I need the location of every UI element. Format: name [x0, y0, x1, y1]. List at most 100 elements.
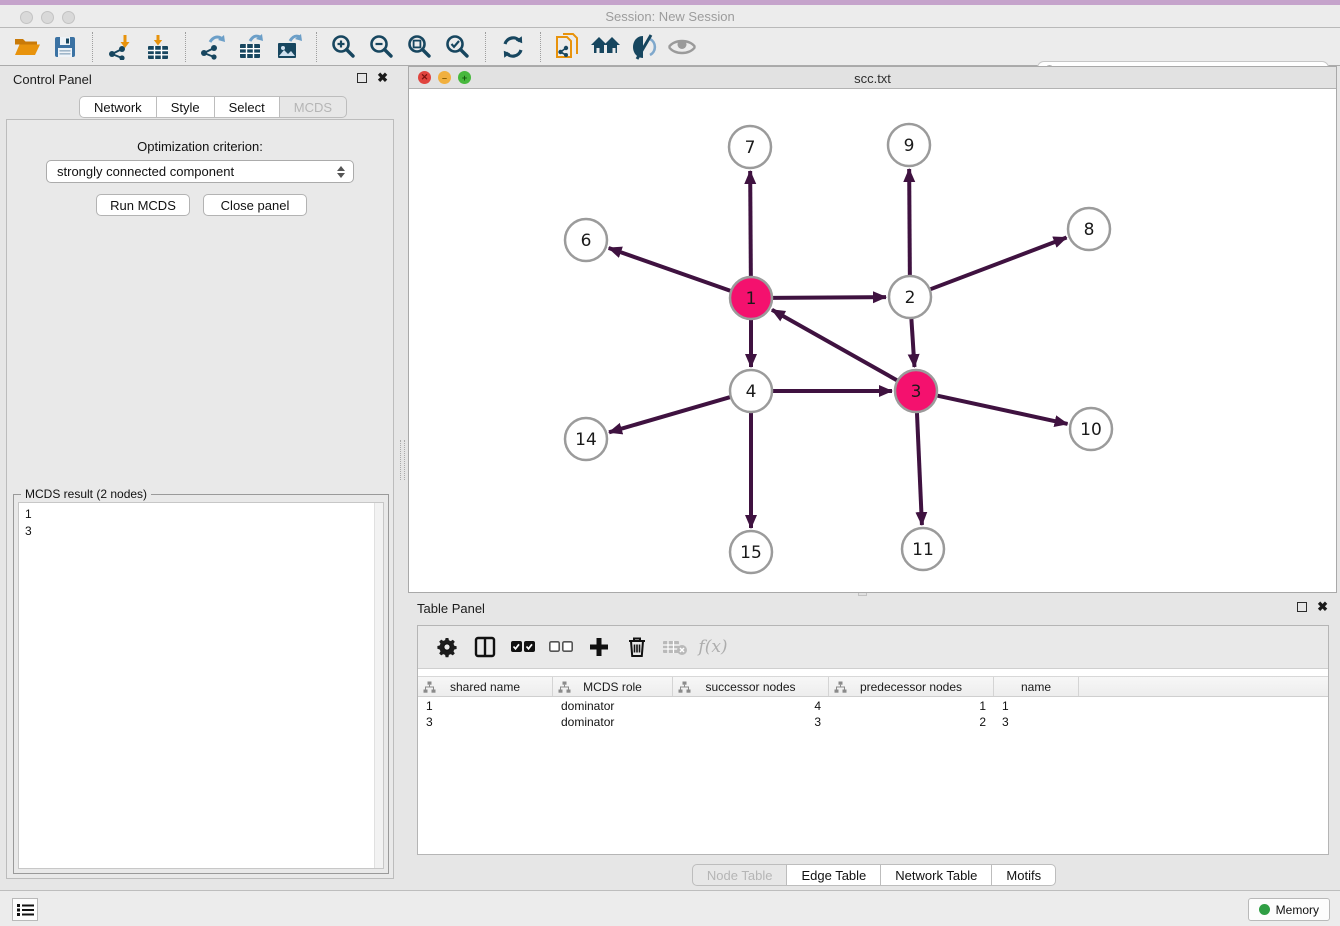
tab-node-table[interactable]: Node Table	[692, 864, 788, 886]
task-history-button[interactable]	[12, 898, 38, 921]
zoom-out-icon[interactable]	[367, 32, 397, 62]
network-canvas[interactable]: 1 2 3 4 6 7 8 9 10 11 14 15	[409, 89, 1336, 592]
mcds-result-area[interactable]: 1 3	[18, 502, 384, 869]
edge-3-10[interactable]	[937, 396, 1067, 424]
result-scrollbar[interactable]	[374, 503, 383, 868]
column-header-MCDS-role[interactable]: MCDS role	[553, 677, 673, 696]
svg-text:15: 15	[740, 543, 762, 563]
edge-2-8[interactable]	[931, 238, 1067, 290]
table-cell[interactable]: 1	[418, 698, 553, 714]
table-cell[interactable]: 1	[829, 698, 994, 714]
graph-node-4[interactable]: 4	[730, 370, 772, 412]
export-network-icon[interactable]	[198, 32, 228, 62]
import-network-icon[interactable]	[105, 32, 135, 62]
tab-network-table[interactable]: Network Table	[881, 864, 992, 886]
delete-icon[interactable]	[622, 632, 652, 662]
graph-node-15[interactable]: 15	[730, 531, 772, 573]
table-cell[interactable]: 4	[673, 698, 829, 714]
close-panel-icon[interactable]: ✖	[377, 73, 388, 83]
open-session-icon[interactable]	[12, 32, 42, 62]
export-image-icon[interactable]	[274, 32, 304, 62]
svg-text:8: 8	[1084, 220, 1095, 240]
select-all-icon[interactable]	[508, 632, 538, 662]
titlebar-accent	[0, 0, 1340, 5]
graph-node-14[interactable]: 14	[565, 418, 607, 460]
control-panel-tabs: Network Style Select MCDS	[79, 96, 347, 118]
run-mcds-button[interactable]: Run MCDS	[96, 194, 190, 216]
selected-criterion: strongly connected component	[57, 164, 234, 179]
graph-node-9[interactable]: 9	[888, 124, 930, 166]
table-row[interactable]: 3dominator323	[418, 714, 1328, 730]
graph-node-3[interactable]: 3	[895, 370, 937, 412]
deselect-all-icon[interactable]	[546, 632, 576, 662]
float-table-panel-icon[interactable]	[1297, 602, 1307, 612]
optimization-criterion-select[interactable]: strongly connected component	[46, 160, 354, 183]
delete-table-icon	[660, 632, 690, 662]
tab-style[interactable]: Style	[157, 96, 215, 118]
edge-1-2[interactable]	[773, 297, 886, 298]
table-cell[interactable]: 3	[673, 714, 829, 730]
graph-node-6[interactable]: 6	[565, 219, 607, 261]
network-window-titlebar[interactable]: ✕ – + scc.txt	[409, 67, 1336, 89]
table-cell[interactable]: 1	[994, 698, 1079, 714]
edge-3-1[interactable]	[772, 310, 897, 380]
edge-2-3[interactable]	[911, 319, 914, 367]
close-table-panel-icon[interactable]: ✖	[1317, 602, 1328, 612]
table-cell[interactable]: 2	[829, 714, 994, 730]
tab-motifs[interactable]: Motifs	[992, 864, 1056, 886]
graph-node-10[interactable]: 10	[1070, 408, 1112, 450]
graph-node-11[interactable]: 11	[902, 528, 944, 570]
add-icon[interactable]	[584, 632, 614, 662]
hide-details-icon[interactable]	[629, 32, 659, 62]
zoom-selected-icon[interactable]	[443, 32, 473, 62]
svg-text:10: 10	[1080, 420, 1102, 440]
mcds-result-title: MCDS result (2 nodes)	[21, 487, 151, 501]
home-icon[interactable]	[591, 32, 621, 62]
column-label: predecessor nodes	[860, 680, 962, 694]
network-view-window: ✕ – + scc.txt 1 2 3 4 6 7 8 9 10 11 14 15	[408, 66, 1337, 593]
graph-node-8[interactable]: 8	[1068, 208, 1110, 250]
tab-edge-table[interactable]: Edge Table	[787, 864, 881, 886]
split-column-icon[interactable]	[470, 632, 500, 662]
refresh-icon[interactable]	[498, 32, 528, 62]
table-cell[interactable]: 3	[418, 714, 553, 730]
edge-2-9[interactable]	[909, 169, 910, 275]
svg-text:1: 1	[746, 289, 757, 309]
save-session-icon[interactable]	[50, 32, 80, 62]
table-header-row: shared nameMCDS rolesuccessor nodes prede…	[418, 676, 1328, 697]
vertical-splitter[interactable]	[400, 440, 405, 480]
table-cell[interactable]: dominator	[553, 698, 673, 714]
table-row[interactable]: 1dominator411	[418, 698, 1328, 714]
edge-1-7[interactable]	[750, 171, 751, 276]
tab-select[interactable]: Select	[215, 96, 280, 118]
import-table-icon[interactable]	[143, 32, 173, 62]
window-titlebar: Session: New Session	[0, 0, 1340, 28]
edge-1-6[interactable]	[609, 248, 731, 291]
close-panel-button[interactable]: Close panel	[203, 194, 307, 216]
graph-node-1[interactable]: 1	[730, 277, 772, 319]
network-document-icon[interactable]	[553, 32, 583, 62]
column-label: name	[1021, 680, 1051, 694]
control-panel-header: Control Panel ✖	[0, 66, 400, 94]
column-header-name[interactable]: name	[994, 677, 1079, 696]
export-table-icon[interactable]	[236, 32, 266, 62]
edge-3-11[interactable]	[917, 413, 922, 525]
zoom-in-icon[interactable]	[329, 32, 359, 62]
graph-node-2[interactable]: 2	[889, 276, 931, 318]
gear-icon[interactable]	[432, 632, 462, 662]
memory-button[interactable]: Memory	[1248, 898, 1330, 921]
tab-network[interactable]: Network	[79, 96, 157, 118]
graph-node-7[interactable]: 7	[729, 126, 771, 168]
float-panel-icon[interactable]	[357, 73, 367, 83]
zoom-fit-icon[interactable]	[405, 32, 435, 62]
table-cell[interactable]: dominator	[553, 714, 673, 730]
column-header-successor-nodes[interactable]: successor nodes	[673, 677, 829, 696]
column-header-shared-name[interactable]: shared name	[418, 677, 553, 696]
show-details-icon[interactable]	[667, 32, 697, 62]
edge-4-14[interactable]	[609, 397, 730, 432]
toolbar-separator	[316, 32, 317, 62]
column-header-predecessor-nodes[interactable]: predecessor nodes	[829, 677, 994, 696]
toolbar-separator	[185, 32, 186, 62]
tab-mcds[interactable]: MCDS	[280, 96, 347, 118]
table-cell[interactable]: 3	[994, 714, 1079, 730]
